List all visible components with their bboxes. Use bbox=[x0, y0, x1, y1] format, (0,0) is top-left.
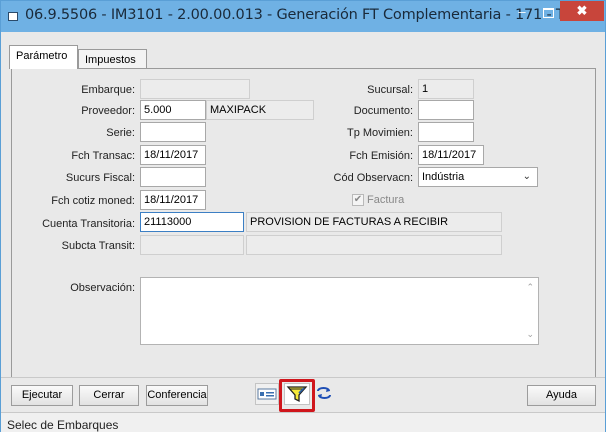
tp-movimien-label: Tp Movimien: bbox=[346, 127, 413, 139]
observacion-textarea[interactable]: ⌃ ⌄ bbox=[140, 277, 539, 345]
window-title: 06.9.5506 - IM3101 - 2.00.00.013 - Gener… bbox=[25, 7, 577, 23]
fch-transac-label: Fch Transac: bbox=[71, 150, 135, 162]
documento-field[interactable] bbox=[418, 100, 474, 120]
cod-observacn-select[interactable]: Indústria ⌄ bbox=[418, 167, 538, 187]
subcta-transit-description bbox=[246, 235, 502, 255]
app-window: 06.9.5506 - IM3101 - 2.00.00.013 - Gener… bbox=[0, 0, 606, 432]
embarque-label: Embarque: bbox=[81, 84, 135, 96]
serie-field[interactable] bbox=[140, 122, 206, 142]
refresh-arrows-icon[interactable] bbox=[313, 383, 337, 405]
sucurs-fiscal-label: Sucurs Fiscal: bbox=[65, 172, 135, 184]
ayuda-button[interactable]: Ayuda bbox=[527, 385, 596, 406]
subcta-transit-field[interactable] bbox=[140, 235, 244, 255]
highlight-box bbox=[279, 379, 315, 412]
scroll-down-icon[interactable]: ⌄ bbox=[526, 329, 534, 340]
proveedor-field[interactable]: 5.000 bbox=[140, 100, 206, 120]
cuenta-transitoria-label: Cuenta Transitoria: bbox=[42, 218, 135, 230]
tab-impuestos[interactable]: Impuestos bbox=[78, 49, 147, 69]
documento-label: Documento: bbox=[353, 105, 413, 117]
fch-transac-field[interactable]: 18/11/2017 bbox=[140, 145, 206, 165]
proveedor-label: Proveedor: bbox=[81, 105, 135, 117]
chevron-down-icon: ⌄ bbox=[522, 171, 531, 182]
embarque-field[interactable] bbox=[140, 79, 250, 99]
cod-observacn-label: Cód Observacn: bbox=[333, 172, 413, 184]
tab-parametro[interactable]: Parámetro bbox=[9, 45, 78, 69]
minimize-button[interactable]: – bbox=[509, 4, 535, 24]
maximize-button[interactable] bbox=[535, 4, 561, 24]
observacion-label: Observación: bbox=[70, 282, 135, 294]
fch-emision-field[interactable]: 18/11/2017 bbox=[418, 145, 484, 165]
factura-checkbox[interactable]: ✔ bbox=[352, 194, 364, 206]
list-icon[interactable] bbox=[255, 383, 279, 405]
sucursal-label: Sucursal: bbox=[367, 84, 413, 96]
close-button[interactable]: ✖ bbox=[560, 1, 604, 21]
status-bar: Selec de Embarques bbox=[1, 412, 605, 432]
window-client: Parámetro Impuestos Embarque: Proveedor:… bbox=[1, 32, 605, 432]
factura-label: Factura bbox=[367, 194, 405, 206]
cuenta-transitoria-description: PROVISION DE FACTURAS A RECIBIR bbox=[246, 212, 502, 232]
cerrar-button[interactable]: Cerrar bbox=[79, 385, 139, 406]
proveedor-name-field: MAXIPACK bbox=[206, 100, 314, 120]
subcta-transit-label: Subcta Transit: bbox=[61, 240, 135, 252]
fch-emision-label: Fch Emisión: bbox=[349, 150, 413, 162]
fch-cotiz-label: Fch cotiz moned: bbox=[51, 195, 135, 207]
serie-label: Serie: bbox=[106, 127, 135, 139]
title-bar[interactable]: 06.9.5506 - IM3101 - 2.00.00.013 - Gener… bbox=[1, 1, 605, 32]
cuenta-transitoria-field[interactable]: 21113000 bbox=[140, 212, 244, 232]
tp-movimien-field[interactable] bbox=[418, 122, 474, 142]
sucurs-fiscal-field[interactable] bbox=[140, 167, 206, 187]
app-icon bbox=[8, 12, 18, 21]
cod-observacn-value: Indústria bbox=[422, 171, 465, 183]
scroll-up-icon[interactable]: ⌃ bbox=[526, 282, 534, 293]
conferencia-button[interactable]: Conferencia bbox=[146, 385, 208, 406]
sucursal-field: 1 bbox=[418, 79, 474, 99]
fch-cotiz-field[interactable]: 18/11/2017 bbox=[140, 190, 206, 210]
ejecutar-button[interactable]: Ejecutar bbox=[11, 385, 73, 406]
